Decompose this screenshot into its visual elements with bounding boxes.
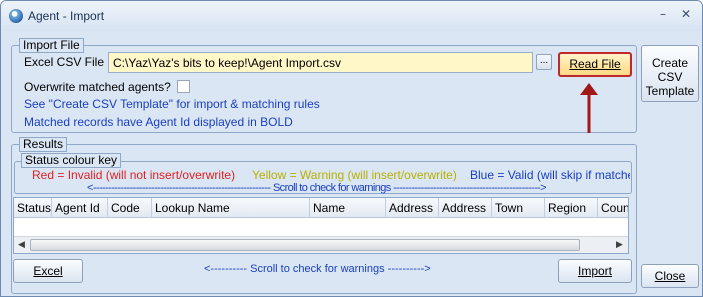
create-csv-template-button[interactable]: Create CSV Template [641, 45, 699, 102]
column-header[interactable]: Agent Id [52, 198, 108, 218]
scroll-right-icon[interactable]: ▶ [616, 239, 623, 250]
app-icon [9, 9, 23, 23]
column-header[interactable]: Count [598, 198, 628, 218]
scroll-left-icon[interactable]: ◀ [18, 239, 25, 250]
results-grid[interactable]: Status Agent Id Code Lookup Name Name Ad… [13, 197, 629, 254]
legend-blue: Blue = Valid (will skip if matched [470, 168, 630, 182]
scroll-hint-bottom: <---------- Scroll to check for warnings… [204, 263, 431, 275]
legend-yellow: Yellow = Warning (will insert/overwrite) [252, 168, 457, 182]
excel-label: Excel [33, 264, 63, 278]
column-header[interactable]: Lookup Name [152, 198, 310, 218]
minimize-icon[interactable]: – [660, 7, 666, 21]
column-header[interactable]: Region [545, 198, 598, 218]
agent-import-window: Agent - Import – ✕ Import File Excel CSV… [0, 0, 703, 297]
column-header[interactable]: Address [386, 198, 439, 218]
column-header[interactable]: Town [492, 198, 545, 218]
column-header[interactable]: Code [108, 198, 152, 218]
legend-red: Red = Invalid (will not insert/overwrite… [32, 168, 236, 182]
scroll-hint-top: <---------------------------------------… [87, 182, 547, 194]
excel-button[interactable]: Excel [13, 259, 83, 283]
close-label: Close [654, 269, 686, 283]
import-button[interactable]: Import [558, 259, 632, 283]
read-file-button[interactable]: Read File [558, 52, 632, 77]
horizontal-scrollbar[interactable]: ◀ ▶ [14, 236, 628, 253]
column-header[interactable]: Address [439, 198, 492, 218]
browse-button[interactable]: ... [536, 54, 552, 70]
status-key-label: Status colour key [21, 153, 122, 168]
overwrite-checkbox[interactable] [177, 80, 190, 93]
red-arrow-icon [580, 83, 598, 133]
scrollbar-thumb[interactable] [30, 239, 580, 251]
column-header[interactable]: Name [310, 198, 386, 218]
window-title: Agent - Import [28, 9, 105, 23]
overwrite-label: Overwrite matched agents? [24, 80, 171, 94]
grid-header: Status Agent Id Code Lookup Name Name Ad… [14, 198, 628, 218]
import-file-group-label: Import File [19, 38, 84, 53]
import-label: Import [577, 264, 612, 278]
csv-file-label: Excel CSV File [24, 55, 105, 69]
bold-hint: Matched records have Agent Id displayed … [24, 115, 293, 129]
template-hint: See "Create CSV Template" for import & m… [24, 97, 320, 111]
csv-path-field[interactable] [108, 52, 533, 73]
close-button[interactable]: Close [641, 264, 699, 288]
create-csv-template-label: Create CSV Template [645, 56, 695, 98]
close-icon[interactable]: ✕ [681, 7, 691, 21]
results-group-label: Results [19, 137, 68, 152]
read-file-label: Read File [569, 57, 621, 71]
column-header[interactable]: Status [14, 198, 52, 218]
title-bar: Agent - Import – ✕ [1, 1, 702, 31]
